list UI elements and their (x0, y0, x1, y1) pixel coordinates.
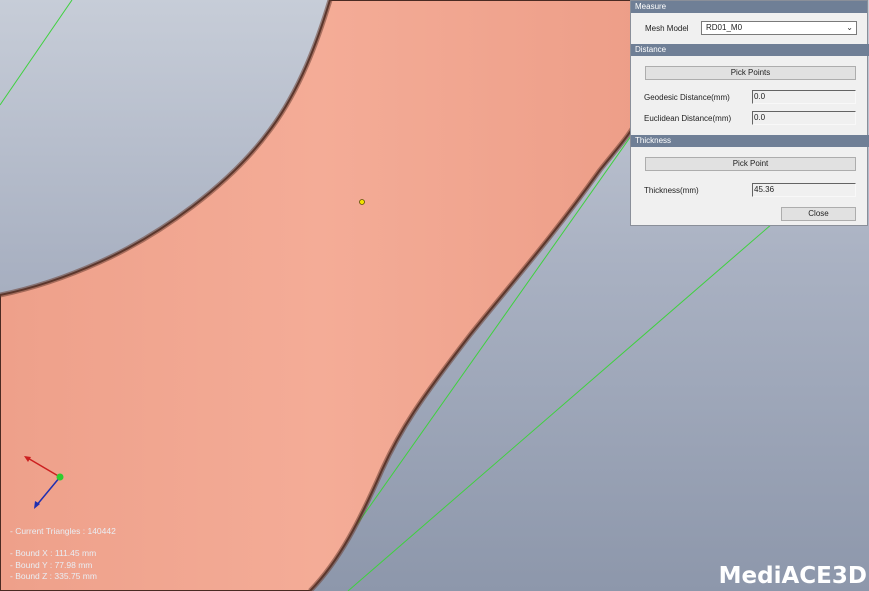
mediace3d-logo: MediACE3D (718, 563, 867, 589)
mesh-model-label: Mesh Model (645, 24, 689, 33)
thickness-label: Thickness(mm) (644, 186, 699, 195)
chevron-down-icon[interactable]: ⌄ (846, 22, 853, 34)
guide-line-left (0, 0, 73, 106)
thickness-field[interactable]: 45.36 (752, 183, 856, 197)
bound-y: - Bound Y : 77.98 mm (10, 560, 93, 570)
mesh-model[interactable] (0, 0, 641, 591)
close-button[interactable]: Close (781, 207, 856, 221)
picked-point-marker[interactable] (359, 199, 365, 205)
measure-header: Measure (631, 1, 867, 13)
mesh-model-value: RD01_M0 (706, 23, 743, 32)
distance-header: Distance (631, 44, 869, 56)
pick-points-button[interactable]: Pick Points (645, 66, 856, 80)
triangle-count: - Current Triangles : 140442 (10, 526, 116, 536)
geodesic-distance-field[interactable]: 0.0 (752, 90, 856, 104)
euclidean-distance-field[interactable]: 0.0 (752, 111, 856, 125)
thickness-header: Thickness (631, 135, 869, 147)
axis-origin (56, 473, 64, 481)
measure-panel: Measure Mesh Model RD01_M0 ⌄ Distance Pi… (630, 0, 869, 226)
geodesic-distance-label: Geodesic Distance(mm) (644, 93, 730, 102)
pick-point-button[interactable]: Pick Point (645, 157, 856, 171)
euclidean-distance-label: Euclidean Distance(mm) (644, 114, 732, 123)
bound-z: - Bound Z : 335.75 mm (10, 571, 97, 581)
bound-x: - Bound X : 111.45 mm (10, 548, 97, 558)
mesh-model-select[interactable]: RD01_M0 ⌄ (701, 21, 857, 35)
